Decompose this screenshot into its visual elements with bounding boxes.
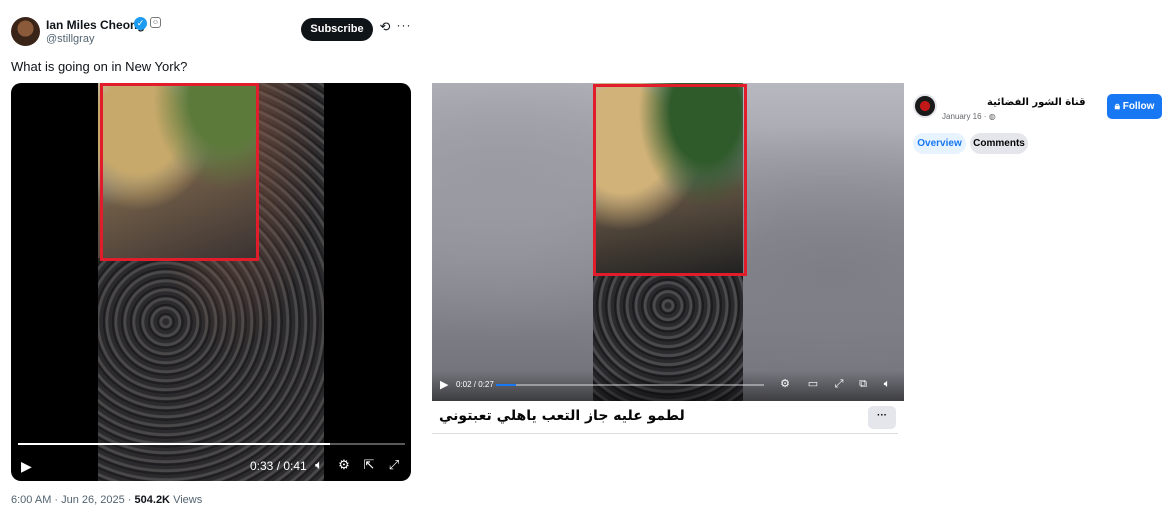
tab-overview[interactable]: Overview bbox=[913, 133, 966, 154]
author-avatar[interactable] bbox=[11, 17, 40, 46]
fb-video-time: 0:02 / 0:27 bbox=[456, 380, 494, 389]
more-icon[interactable]: ··· bbox=[396, 19, 412, 34]
play-icon[interactable]: ▶ bbox=[440, 378, 448, 392]
subscribe-button[interactable]: Subscribe bbox=[301, 18, 373, 41]
tweet-views-count: 504.2K bbox=[134, 494, 171, 506]
divider bbox=[432, 433, 898, 434]
volume-icon[interactable]: 🔈︎ bbox=[311, 457, 327, 473]
author-name[interactable]: Ian Miles Cheong bbox=[46, 18, 145, 32]
video-progress-fill bbox=[18, 443, 330, 445]
tweet-video[interactable]: ▶ 0:33 / 0:41 🔈︎ ⚙ ⇱ ⤢ bbox=[11, 83, 411, 481]
tweet-meta: 6:00 AM · Jun 26, 2025 · 504.2K Views bbox=[11, 494, 202, 506]
page-post-date[interactable]: January 16 · ◍ bbox=[942, 112, 996, 121]
pip-icon[interactable]: ⧉ bbox=[856, 377, 870, 391]
follow-button[interactable]: 🔒︎ Follow bbox=[1107, 94, 1162, 119]
tweet-text: What is going on in New York? bbox=[11, 59, 188, 74]
fb-video-progress-bar[interactable] bbox=[496, 384, 764, 386]
affiliate-badge-icon[interactable]: ☺ bbox=[150, 17, 161, 28]
fb-video-caption: لطمو عليه جاز التعب ياهلي تعبتوني bbox=[439, 408, 685, 424]
fb-video[interactable]: ▶ 0:02 / 0:27 ⚙ ▭ ⤢ ⧉ 🔈︎ bbox=[432, 83, 904, 401]
follow-label: Follow bbox=[1122, 101, 1155, 112]
author-handle[interactable]: @stillgray bbox=[46, 33, 94, 45]
settings-icon[interactable]: ⚙ bbox=[778, 377, 792, 391]
exit-pip-icon[interactable]: ⇱ bbox=[361, 457, 377, 473]
tweet-views-label: Views bbox=[170, 494, 203, 506]
verified-badge-icon[interactable]: ✓ bbox=[134, 17, 147, 30]
grok-icon[interactable]: ⟲ bbox=[378, 20, 392, 34]
highlight-box bbox=[593, 84, 747, 276]
tab-comments[interactable]: Comments bbox=[970, 133, 1028, 154]
fullscreen-icon[interactable]: ⤢ bbox=[832, 377, 846, 391]
captions-icon[interactable]: ▭ bbox=[806, 377, 820, 391]
page-avatar[interactable] bbox=[913, 94, 937, 118]
lock-icon: 🔒︎ bbox=[1114, 101, 1123, 112]
settings-icon[interactable]: ⚙ bbox=[336, 457, 352, 473]
page-name[interactable]: قناة الشور الفضائية bbox=[987, 97, 1086, 108]
volume-icon[interactable]: 🔈︎ bbox=[880, 377, 894, 391]
highlight-box bbox=[100, 83, 259, 261]
fullscreen-icon[interactable]: ⤢ bbox=[386, 457, 402, 473]
play-icon[interactable]: ▶ bbox=[21, 458, 35, 474]
video-progress-bar[interactable] bbox=[18, 443, 405, 445]
fb-more-button[interactable]: ··· bbox=[868, 406, 896, 429]
fb-video-progress-fill bbox=[496, 384, 516, 386]
tweet-timestamp[interactable]: 6:00 AM · Jun 26, 2025 · bbox=[11, 494, 135, 506]
video-time: 0:33 / 0:41 bbox=[250, 459, 307, 473]
